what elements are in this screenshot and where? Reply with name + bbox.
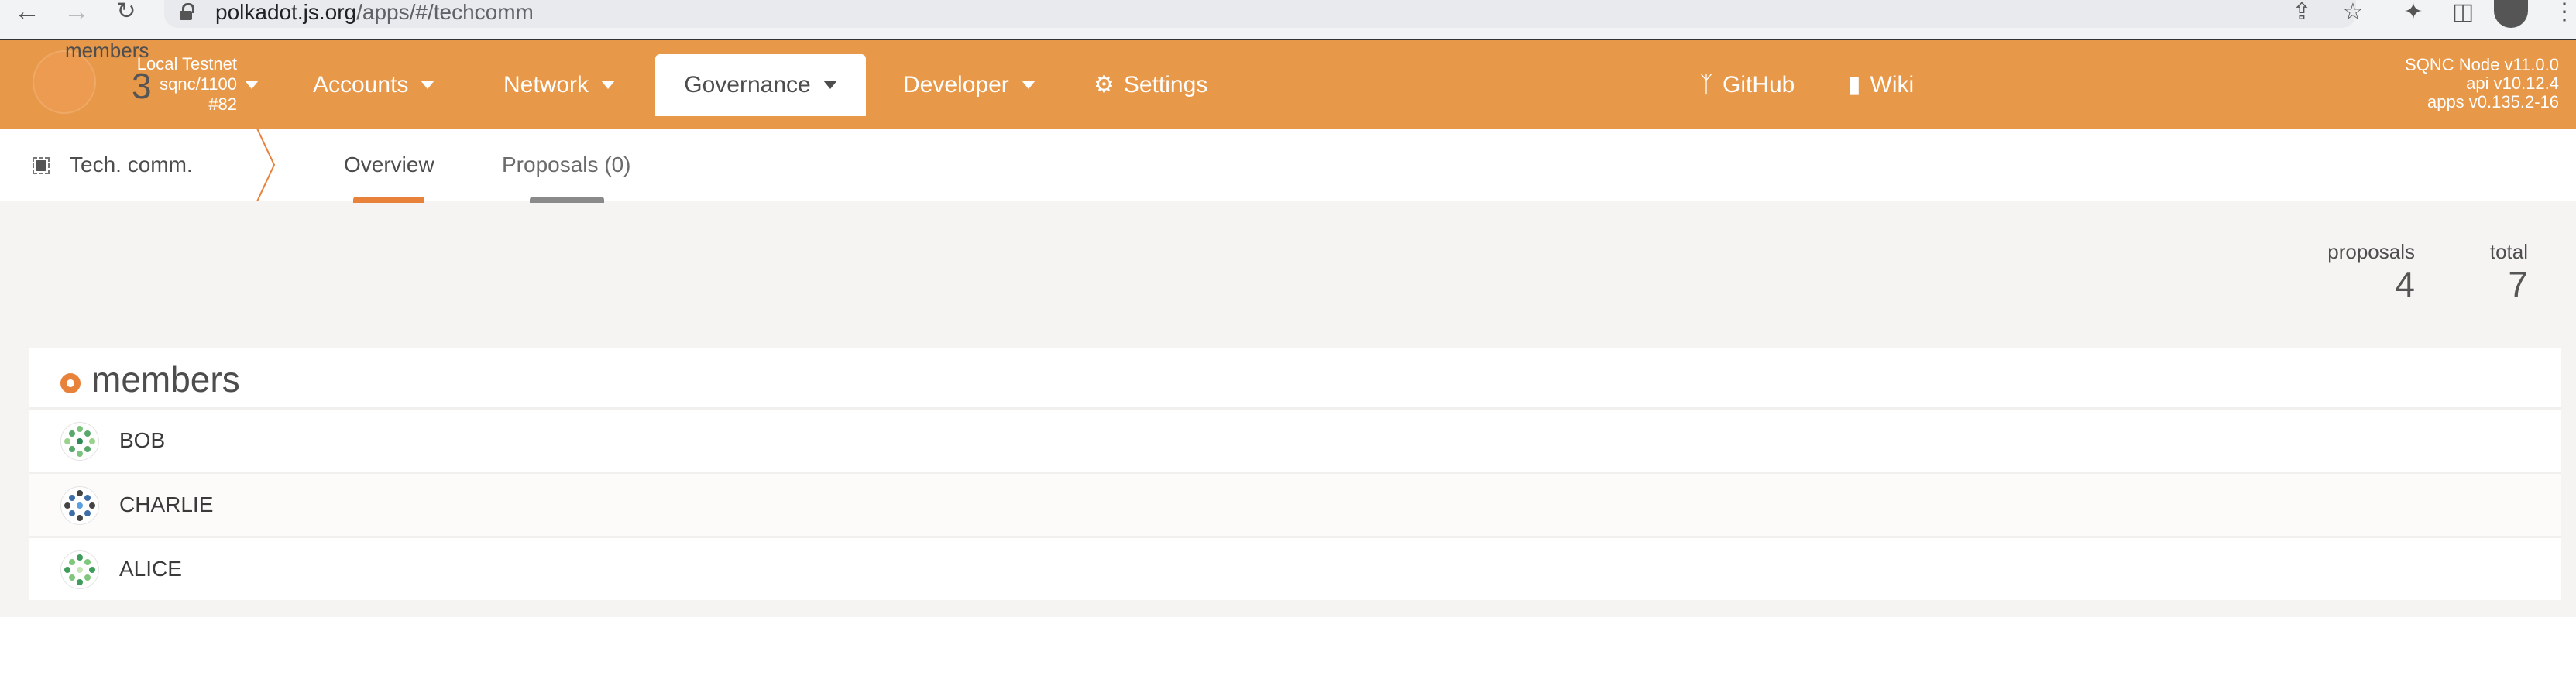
chevron-down-icon[interactable]	[245, 81, 259, 89]
kebab-menu-icon[interactable]: ⋮	[2553, 0, 2576, 25]
api-version: api v10.12.4	[2466, 74, 2559, 93]
share-icon[interactable]: ⇪	[2286, 0, 2317, 25]
stat-total: total 7	[2478, 240, 2528, 305]
tab-proposals[interactable]: Proposals (0)	[502, 152, 631, 178]
chevron-down-icon	[1021, 80, 1036, 89]
member-name[interactable]: ALICE	[119, 538, 182, 600]
address-bar[interactable]: polkadot.js.org/apps/#/techcomm	[164, 0, 2356, 28]
section-title-text: Tech. comm.	[70, 153, 193, 177]
puzzle-icon[interactable]: ✦	[2398, 0, 2429, 25]
chain-runtime: sqnc/1100	[160, 74, 237, 94]
stat-proposals-value: 4	[2395, 264, 2415, 304]
reload-icon[interactable]: ↻	[113, 0, 139, 26]
book-icon: ▮	[1848, 72, 1861, 98]
link-wiki-label: Wiki	[1870, 72, 1915, 98]
members-table: members BOB CHARLIE ALICE	[29, 348, 2561, 600]
url-text: polkadot.js.org/apps/#/techcomm	[215, 0, 534, 25]
chevron-down-icon	[601, 80, 616, 89]
table-row[interactable]: BOB	[29, 407, 2561, 472]
url-domain: polkadot.js.org	[215, 0, 357, 24]
gears-icon: ⚙	[1094, 72, 1115, 98]
menu-governance[interactable]: Governance	[655, 54, 866, 116]
forward-arrow-icon[interactable]: →	[64, 0, 90, 26]
status-dot-icon	[60, 373, 81, 393]
stat-proposals-label: proposals	[2327, 240, 2415, 263]
menu-accounts[interactable]: Accounts	[313, 54, 435, 116]
menu-developer[interactable]: Developer	[903, 54, 1036, 116]
members-table-header: members	[29, 348, 2561, 407]
identicon-avatar[interactable]	[60, 550, 99, 589]
members-table-title-text: members	[91, 359, 240, 400]
link-github-label: GitHub	[1722, 72, 1795, 98]
star-icon[interactable]: ☆	[2337, 0, 2368, 25]
page-footer-space	[0, 617, 2576, 679]
stat-members-value: 3	[132, 66, 152, 106]
chevron-down-icon	[823, 80, 837, 89]
back-arrow-icon[interactable]: ←	[14, 0, 40, 26]
table-row[interactable]: CHARLIE	[29, 472, 2561, 536]
browser-toolbar: ← → ↻ polkadot.js.org/apps/#/techcomm ⇪ …	[0, 0, 2576, 40]
chain-block: #82	[208, 94, 237, 114]
menu-network[interactable]: Network	[503, 54, 616, 116]
link-wiki[interactable]: ▮ Wiki	[1848, 54, 1914, 116]
node-version: SQNC Node v11.0.0	[2405, 55, 2559, 74]
active-tab-indicator	[353, 197, 424, 203]
menu-accounts-label: Accounts	[313, 72, 409, 98]
version-info: SQNC Node v11.0.0 api v10.12.4 apps v0.1…	[2405, 56, 2559, 111]
lock-icon	[180, 3, 194, 20]
section-title: Tech. comm.	[33, 152, 193, 178]
link-github[interactable]: ᛉ GitHub	[1699, 54, 1795, 116]
chip-icon	[33, 157, 50, 174]
profile-icon[interactable]	[2494, 0, 2528, 28]
stat-total-value: 7	[2508, 264, 2528, 304]
menu-network-label: Network	[503, 72, 589, 98]
members-table-title: members	[60, 359, 240, 400]
stat-members-label: members	[65, 39, 149, 62]
member-name[interactable]: CHARLIE	[119, 474, 213, 536]
code-branch-icon: ᛉ	[1699, 72, 1713, 98]
tab-overview[interactable]: Overview	[344, 152, 434, 178]
url-path: /apps/#/techcomm	[356, 0, 534, 24]
menu-settings[interactable]: ⚙ Settings	[1094, 54, 1207, 116]
menu-settings-label: Settings	[1123, 72, 1208, 98]
menu-developer-label: Developer	[903, 72, 1009, 98]
table-row[interactable]: ALICE	[29, 536, 2561, 600]
apps-version: apps v0.135.2-16	[2427, 92, 2559, 111]
chevron-down-icon	[421, 80, 435, 89]
menu-governance-label: Governance	[684, 72, 811, 98]
stat-proposals: proposals 4	[2314, 240, 2415, 305]
tab-indicator	[530, 197, 604, 203]
identicon-avatar[interactable]	[60, 422, 99, 461]
stat-total-label: total	[2489, 240, 2528, 263]
identicon-avatar[interactable]	[60, 486, 99, 525]
chain-selector[interactable]: Local Testnet sqnc/1100 #82	[101, 54, 237, 115]
member-name[interactable]: BOB	[119, 410, 165, 472]
sidepanel-icon[interactable]: ◫	[2447, 0, 2478, 25]
breadcrumb-chevron	[256, 129, 276, 201]
